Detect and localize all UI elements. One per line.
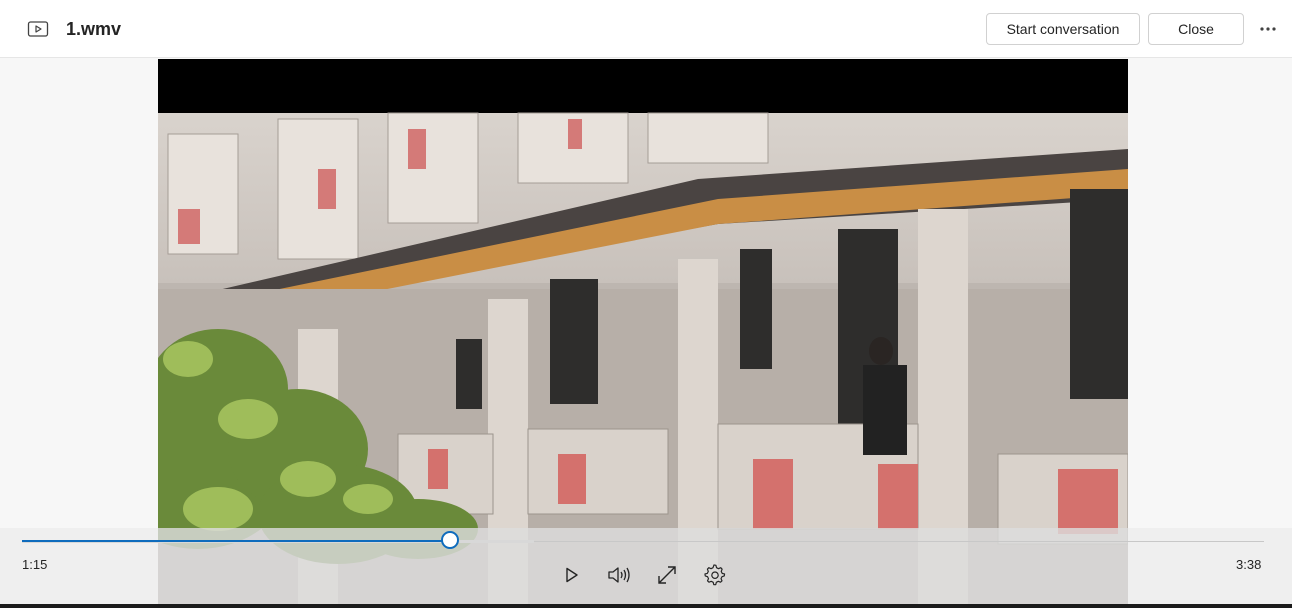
seek-progress [22, 540, 450, 542]
start-conversation-button[interactable]: Start conversation [986, 13, 1140, 45]
viewer-header: 1.wmv Start conversation Close [0, 0, 1292, 58]
settings-icon[interactable] [703, 563, 727, 587]
fullscreen-icon[interactable] [655, 563, 679, 587]
video-file-icon [27, 19, 49, 39]
file-title: 1.wmv [66, 19, 122, 39]
current-time: 1:15 [22, 557, 48, 572]
close-button[interactable]: Close [1148, 13, 1244, 45]
bottom-edge [0, 604, 1292, 608]
play-icon[interactable] [559, 563, 583, 587]
video-still-image [158, 59, 1128, 608]
seek-thumb[interactable] [441, 531, 459, 549]
video-frame[interactable] [158, 59, 1128, 608]
duration-time: 3:38 [1236, 557, 1262, 572]
volume-icon[interactable] [607, 563, 631, 587]
more-options-icon[interactable] [1256, 18, 1280, 40]
